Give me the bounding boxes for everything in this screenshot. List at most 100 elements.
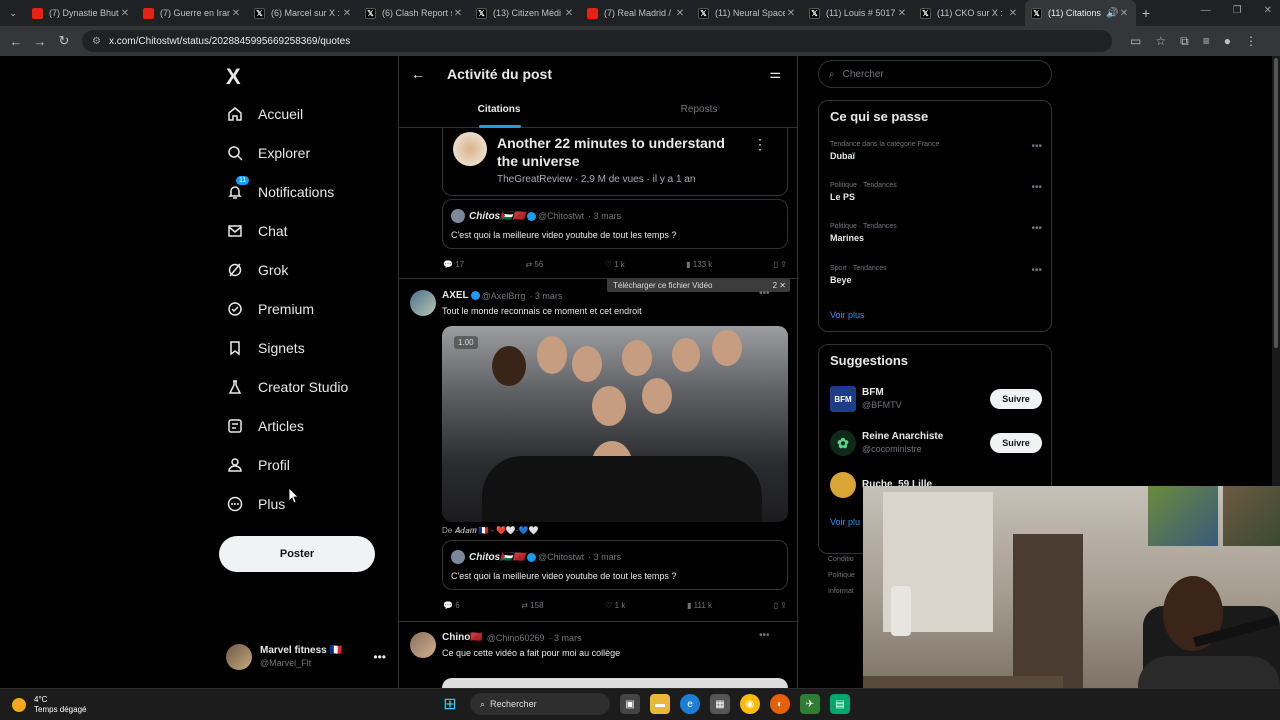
more-dots-icon[interactable]: ••• [759, 630, 770, 641]
author-name[interactable]: AXEL [442, 290, 469, 301]
close-icon[interactable]: ✕ [563, 8, 575, 19]
more-dots-icon[interactable]: ••• [1031, 265, 1042, 276]
more-dots-icon[interactable]: ••• [373, 650, 386, 664]
post-button[interactable]: Poster [219, 536, 375, 572]
close-icon[interactable]: ✕ [896, 8, 908, 19]
author-handle[interactable]: @AxelBrrg [482, 291, 526, 301]
browser-tab[interactable]: 𝕏 (13) Citizen Médi ✕ [470, 0, 581, 26]
close-icon[interactable]: ✕ [674, 8, 686, 19]
see-more-link[interactable]: Voir plu [830, 517, 860, 527]
app-icon[interactable]: ✈ [800, 694, 820, 714]
reply-button[interactable]: 💬 17 [443, 260, 464, 269]
maximize-icon[interactable]: ❐ [1233, 5, 1242, 16]
close-icon[interactable]: ✕ [1118, 8, 1130, 19]
bookmark-button[interactable]: ▯ ⇪ [774, 601, 787, 610]
back-arrow-icon[interactable]: ← [411, 66, 425, 82]
browser-tab[interactable]: 𝕏 (11) CKO sur X : ✕ [914, 0, 1025, 26]
edge-icon[interactable]: e [680, 694, 700, 714]
follow-button[interactable]: Suivre [990, 389, 1042, 409]
nav-item-plus[interactable]: Plus [226, 491, 285, 517]
trend-item[interactable]: Tendance dans la catégorie France Dubaï … [830, 141, 1042, 161]
suggestion-item[interactable]: BFM BFM @BFMTV Suivre [830, 385, 1042, 413]
like-button[interactable]: ♡ 1 k [605, 260, 625, 269]
taskbar-search[interactable]: ⌕ Rechercher [470, 693, 610, 715]
url-field[interactable]: ⚙ x.com/Chitostwt/status/202884599566925… [82, 30, 1112, 52]
browser-tab[interactable]: 𝕏 (11) Louis # 5017 ✕ [803, 0, 914, 26]
close-icon[interactable]: ✕ [452, 8, 464, 19]
legal-link[interactable]: Politique [828, 572, 855, 579]
playback-speed[interactable]: 1.00 [454, 336, 478, 349]
nav-item-accueil[interactable]: Accueil [226, 101, 303, 127]
filter-icon[interactable]: ⚌ [769, 66, 781, 82]
more-vertical-icon[interactable]: ⋮ [753, 136, 767, 153]
file-explorer-icon[interactable]: ▬ [650, 694, 670, 714]
repost-button[interactable]: ⇄ 56 [525, 260, 543, 269]
close-icon[interactable]: ✕ [341, 8, 353, 19]
trend-item[interactable]: Politique · Tendances Marines ••• [830, 223, 1042, 243]
browser-tab[interactable]: 𝕏 (6) Marcel sur X : ✕ [248, 0, 359, 26]
nav-item-signets[interactable]: Signets [226, 335, 305, 361]
more-dots-icon[interactable]: ••• [1031, 182, 1042, 193]
views-button[interactable]: ▮ 111 k [687, 601, 712, 610]
search-input[interactable]: ⌕ Chercher [818, 60, 1052, 88]
close-icon[interactable]: ✕ [785, 8, 797, 19]
see-more-link[interactable]: Voir plus [830, 310, 865, 320]
more-dots-icon[interactable]: ••• [1031, 223, 1042, 234]
media-icon[interactable]: ≡ [1203, 34, 1210, 49]
author-name[interactable]: Chino🇲🇦 [442, 632, 483, 643]
tab-menu[interactable]: ⌄ [0, 0, 26, 26]
browser-tab[interactable]: (7) Dynastie Bhut ✕ [26, 0, 137, 26]
chrome-icon[interactable]: ◉ [740, 694, 760, 714]
bookmark-button[interactable]: ▯ ⇪ [774, 260, 787, 269]
weather-widget[interactable]: 4°C Temps dégagé [12, 695, 86, 715]
trend-item[interactable]: Sport · Tendances Beye ••• [830, 265, 1042, 285]
reply-button[interactable]: 💬 6 [443, 601, 460, 610]
firefox-icon[interactable]: ◐ [770, 694, 790, 714]
tab-citations[interactable]: Citations [399, 96, 599, 128]
media-preview[interactable] [442, 678, 788, 688]
windows-start-icon[interactable]: ⊞ [440, 694, 460, 714]
nav-item-articles[interactable]: Articles [226, 413, 304, 439]
close-icon[interactable]: ✕ [1007, 8, 1019, 19]
back-icon[interactable]: ← [4, 34, 28, 49]
x-logo-icon[interactable]: X [226, 64, 241, 90]
nav-item-grok[interactable]: Grok [226, 257, 288, 283]
nav-item-notifications[interactable]: 11 Notifications [226, 176, 334, 205]
close-icon[interactable]: ✕ [230, 8, 242, 19]
app-icon[interactable]: ▤ [830, 694, 850, 714]
browser-tab[interactable]: (7) Real Madrid / ✕ [581, 0, 692, 26]
new-tab-button[interactable]: + [1136, 5, 1156, 21]
legal-link[interactable]: Informat [828, 588, 854, 595]
tab-reposts[interactable]: Reposts [599, 96, 799, 128]
like-button[interactable]: ♡ 1 k [605, 601, 625, 610]
menu-icon[interactable]: ⋮ [1245, 34, 1257, 49]
nav-item-profil[interactable]: Profil [226, 452, 290, 478]
star-icon[interactable]: ☆ [1155, 34, 1166, 49]
repost-button[interactable]: ⇄ 158 [521, 601, 543, 610]
extensions-icon[interactable]: ⧉ [1180, 34, 1189, 49]
video-player[interactable]: 1.00 [442, 326, 788, 522]
cast-icon[interactable]: ▭ [1130, 34, 1141, 49]
nav-item-explorer[interactable]: Explorer [226, 140, 310, 166]
suggestion-item[interactable]: ✿ Reine Anarchiste @cocoministre Suivre [830, 429, 1042, 457]
minimize-icon[interactable]: — [1201, 5, 1211, 16]
link-card[interactable]: Another 22 minutes to understand the uni… [442, 128, 788, 196]
trend-item[interactable]: Politique · Tendances Le PS ••• [830, 182, 1042, 202]
quoted-post[interactable]: Chitos🇵🇸🇲🇦 @Chitostwt · 3 mars C'est quo… [442, 199, 788, 249]
nav-item-creator-studio[interactable]: Creator Studio [226, 374, 348, 400]
scrollbar-thumb[interactable] [1274, 58, 1278, 348]
author-handle[interactable]: @Chino60269 [487, 633, 545, 643]
quoted-post[interactable]: Chitos🇵🇸🇲🇦 @Chitostwt · 3 mars C'est quo… [442, 540, 788, 590]
site-info-icon[interactable]: ⚙ [92, 36, 101, 47]
nav-item-premium[interactable]: Premium [226, 296, 314, 322]
account-switcher[interactable]: Marvel fitness 🇫🇷 @Marvel_Flt ••• [226, 642, 386, 672]
browser-tab[interactable]: 𝕏 (11) Neural Space ✕ [692, 0, 803, 26]
more-dots-icon[interactable]: ••• [1031, 141, 1042, 152]
nav-item-chat[interactable]: Chat [226, 218, 288, 244]
store-icon[interactable]: ▦ [710, 694, 730, 714]
close-icon[interactable]: ✕ [119, 8, 131, 19]
follow-button[interactable]: Suivre [990, 433, 1042, 453]
close-window-icon[interactable]: ✕ [1264, 5, 1272, 16]
views-button[interactable]: ▮ 133 k [686, 260, 712, 269]
avatar[interactable] [410, 632, 436, 658]
